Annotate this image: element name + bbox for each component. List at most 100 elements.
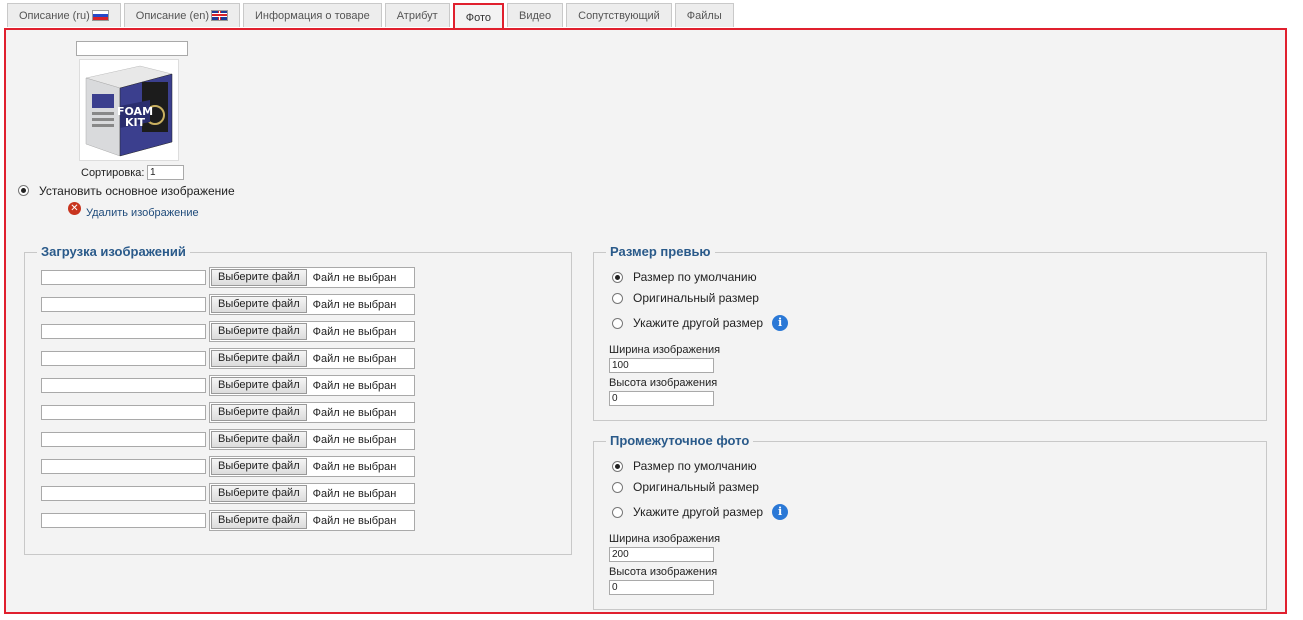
file-input[interactable]: Выберите файл Файл не выбран [209, 321, 415, 342]
upload-title-input[interactable] [41, 405, 206, 420]
choose-file-button[interactable]: Выберите файл [211, 485, 307, 502]
option-label: Укажите другой размер [633, 505, 764, 519]
radio-button[interactable] [612, 481, 623, 493]
upload-row: Выберите файл Файл не выбран [41, 483, 415, 504]
intermediate-width-input[interactable]: 200 [609, 547, 714, 562]
photo-panel: FOAM KIT Сортировка: 1 Установить основн… [4, 28, 1287, 614]
intermediate-option-default[interactable]: Размер по умолчанию [612, 459, 757, 473]
upload-row: Выберите файл Файл не выбран [41, 429, 415, 450]
delete-icon[interactable]: ✕ [68, 202, 81, 215]
intermediate-legend: Промежуточное фото [606, 433, 754, 448]
file-input[interactable]: Выберите файл Файл не выбран [209, 483, 415, 504]
file-input[interactable]: Выберите файл Файл не выбран [209, 375, 415, 396]
delete-image-link[interactable]: Удалить изображение [86, 207, 199, 219]
intermediate-fieldset: Промежуточное фото Размер по умолчанию О… [593, 433, 1267, 610]
upload-fieldset: Загрузка изображений Выберите файл Файл н… [24, 244, 572, 555]
file-input[interactable]: Выберите файл Файл не выбран [209, 402, 415, 423]
tab-description-en[interactable]: Описание (en) [123, 3, 241, 27]
upload-legend: Загрузка изображений [37, 244, 190, 259]
foam-kit-box-image: FOAM KIT [80, 60, 178, 160]
tab-product-info[interactable]: Информация о товаре [243, 3, 382, 27]
sort-input[interactable]: 1 [147, 165, 184, 180]
info-icon[interactable]: i [772, 315, 789, 331]
upload-title-input[interactable] [41, 351, 206, 366]
file-status-text: Файл не выбран [312, 352, 397, 365]
choose-file-button[interactable]: Выберите файл [211, 296, 307, 313]
file-input[interactable]: Выберите файл Файл не выбран [209, 348, 415, 369]
choose-file-button[interactable]: Выберите файл [211, 377, 307, 394]
tab-label: Фото [465, 11, 491, 24]
file-status-text: Файл не выбран [312, 298, 397, 311]
upload-row: Выберите файл Файл не выбран [41, 267, 415, 288]
choose-file-button[interactable]: Выберите файл [211, 350, 307, 367]
option-label: Укажите другой размер [633, 316, 764, 330]
upload-title-input[interactable] [41, 486, 206, 501]
tab-label: Атрибут [396, 9, 438, 22]
file-status-text: Файл не выбран [312, 514, 397, 527]
option-label: Размер по умолчанию [633, 459, 757, 473]
choose-file-button[interactable]: Выберите файл [211, 404, 307, 421]
intermediate-option-original[interactable]: Оригинальный размер [612, 480, 759, 494]
tab-label: Файлы [686, 9, 722, 22]
preview-option-default[interactable]: Размер по умолчанию [612, 270, 757, 284]
tab-label: Видео [518, 9, 552, 22]
radio-button[interactable] [612, 460, 623, 472]
file-status-text: Файл не выбран [312, 487, 397, 500]
height-label: Высота изображения [609, 566, 718, 578]
option-label: Размер по умолчанию [633, 270, 757, 284]
upload-title-input[interactable] [41, 270, 206, 285]
upload-row: Выберите файл Файл не выбран [41, 321, 415, 342]
intermediate-height-input[interactable]: 0 [609, 580, 714, 595]
file-status-text: Файл не выбран [312, 379, 397, 392]
preview-height-input[interactable]: 0 [609, 391, 714, 406]
tab-label: Информация о товаре [255, 9, 370, 22]
main-image-radio[interactable] [18, 185, 29, 196]
upload-row: Выберите файл Файл не выбран [41, 510, 415, 531]
choose-file-button[interactable]: Выберите файл [211, 323, 307, 340]
upload-title-input[interactable] [41, 513, 206, 528]
file-input[interactable]: Выберите файл Файл не выбран [209, 429, 415, 450]
choose-file-button[interactable]: Выберите файл [211, 269, 307, 286]
sort-label: Сортировка: [81, 167, 145, 179]
upload-row: Выберите файл Файл не выбран [41, 402, 415, 423]
image-caption-input[interactable] [76, 41, 188, 56]
upload-row: Выберите файл Файл не выбран [41, 348, 415, 369]
width-label: Ширина изображения [609, 344, 721, 356]
choose-file-button[interactable]: Выберите файл [211, 431, 307, 448]
file-input[interactable]: Выберите файл Файл не выбран [209, 294, 415, 315]
intermediate-option-custom[interactable]: Укажите другой размер i [612, 504, 789, 520]
preview-option-original[interactable]: Оригинальный размер [612, 291, 759, 305]
radio-button[interactable] [612, 506, 623, 518]
upload-title-input[interactable] [41, 459, 206, 474]
radio-button[interactable] [612, 292, 623, 304]
file-input[interactable]: Выберите файл Файл не выбран [209, 456, 415, 477]
radio-button[interactable] [612, 317, 623, 329]
ru-flag-icon [91, 10, 109, 21]
tab-files[interactable]: Файлы [674, 3, 734, 27]
upload-title-input[interactable] [41, 378, 206, 393]
radio-button[interactable] [612, 271, 623, 283]
tab-label: Описание (en) [135, 9, 210, 22]
upload-title-input[interactable] [41, 324, 206, 339]
choose-file-button[interactable]: Выберите файл [211, 458, 307, 475]
tab-label: Описание (ru) [19, 9, 90, 22]
tab-video[interactable]: Видео [506, 3, 564, 27]
height-label: Высота изображения [609, 377, 718, 389]
upload-title-input[interactable] [41, 432, 206, 447]
preview-width-input[interactable]: 100 [609, 358, 714, 373]
upload-row: Выберите файл Файл не выбран [41, 375, 415, 396]
info-icon[interactable]: i [772, 504, 789, 520]
tab-photo[interactable]: Фото [452, 3, 504, 30]
upload-title-input[interactable] [41, 297, 206, 312]
tab-related[interactable]: Сопутствующий [566, 3, 672, 27]
preview-option-custom[interactable]: Укажите другой размер i [612, 315, 789, 331]
file-input[interactable]: Выберите файл Файл не выбран [209, 267, 415, 288]
uk-flag-icon [211, 10, 229, 21]
tab-description-ru[interactable]: Описание (ru) [7, 3, 121, 27]
file-input[interactable]: Выберите файл Файл не выбран [209, 510, 415, 531]
tab-attribute[interactable]: Атрибут [384, 3, 450, 27]
tab-bar: Описание (ru) Описание (en) Информация о… [7, 3, 737, 30]
width-label: Ширина изображения [609, 533, 721, 545]
file-status-text: Файл не выбран [312, 325, 397, 338]
choose-file-button[interactable]: Выберите файл [211, 512, 307, 529]
